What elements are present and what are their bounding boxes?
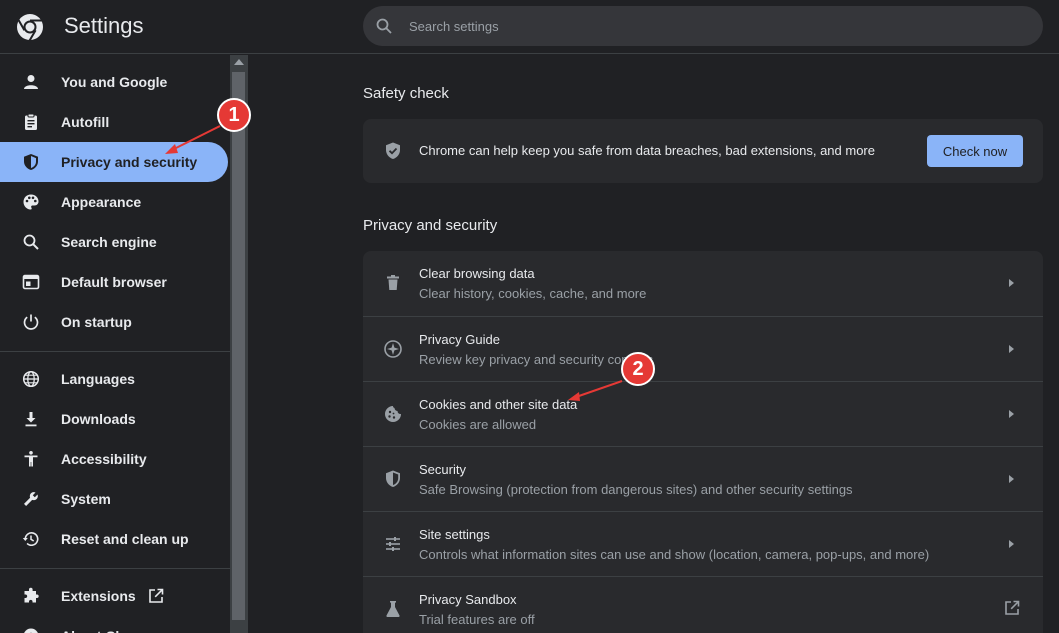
download-icon bbox=[25, 412, 37, 427]
wrench-icon bbox=[24, 492, 38, 506]
sidebar-item-appearance[interactable]: Appearance bbox=[0, 182, 228, 222]
sidebar-item-label: System bbox=[61, 491, 111, 507]
sidebar-item-label: Extensions bbox=[61, 588, 136, 604]
row-subtitle: Cookies are allowed bbox=[419, 417, 537, 432]
sidebar-item-system[interactable]: System bbox=[0, 479, 228, 519]
power-icon bbox=[23, 314, 39, 330]
settings-row-privacy-sandbox[interactable]: Privacy Sandbox Trial features are off bbox=[363, 576, 1043, 633]
privacy-security-card: Clear browsing data Clear history, cooki… bbox=[363, 251, 1043, 633]
search-icon bbox=[23, 234, 39, 250]
external-link-icon bbox=[1005, 600, 1020, 615]
sidebar-item-label: You and Google bbox=[61, 74, 168, 90]
row-subtitle: Clear history, cookies, cache, and more bbox=[419, 286, 647, 301]
chevron-right-icon bbox=[1009, 279, 1014, 287]
sidebar-item-label: Accessibility bbox=[61, 451, 147, 467]
row-title: Clear browsing data bbox=[419, 266, 535, 281]
page-title: Settings bbox=[64, 13, 144, 38]
sidebar-divider bbox=[0, 351, 230, 352]
sidebar-item-label: Appearance bbox=[61, 194, 142, 210]
settings-row-security[interactable]: Security Safe Browsing (protection from … bbox=[363, 446, 1043, 511]
clipboard-icon bbox=[25, 113, 37, 130]
sidebar-item-privacy-and-security[interactable]: Privacy and security bbox=[0, 142, 228, 182]
settings-row-cookies[interactable]: Cookies and other site data Cookies are … bbox=[363, 381, 1043, 446]
browser-window-icon bbox=[22, 274, 40, 290]
chevron-right-icon bbox=[1009, 475, 1014, 483]
chrome-icon bbox=[24, 628, 38, 633]
chevron-right-icon bbox=[1009, 410, 1014, 418]
history-icon bbox=[22, 532, 39, 546]
row-subtitle: Review key privacy and security controls bbox=[419, 352, 654, 367]
person-icon bbox=[24, 75, 38, 89]
row-title: Privacy Guide bbox=[419, 332, 500, 347]
shield-icon bbox=[386, 470, 400, 487]
sidebar-item-label: Autofill bbox=[61, 114, 110, 130]
sidebar-item-label: Downloads bbox=[61, 411, 136, 427]
trash-icon bbox=[387, 275, 399, 290]
privacy-security-heading: Privacy and security bbox=[363, 217, 498, 234]
sidebar-item-you-and-google[interactable]: You and Google bbox=[0, 62, 228, 102]
safety-check-description: Chrome can help keep you safe from data … bbox=[419, 143, 875, 158]
row-title: Security bbox=[419, 462, 466, 477]
compass-icon bbox=[384, 340, 402, 358]
sidebar-item-autofill[interactable]: Autofill bbox=[0, 102, 228, 142]
sidebar-item-label: Reset and clean up bbox=[61, 531, 189, 547]
sidebar-item-label: About Chrome bbox=[61, 616, 158, 633]
flask-icon bbox=[386, 601, 400, 617]
sidebar: You and Google Autofill Privacy and secu… bbox=[0, 55, 230, 633]
sidebar-item-reset-and-clean-up[interactable]: Reset and clean up bbox=[0, 519, 228, 559]
sidebar-item-label: On startup bbox=[61, 314, 132, 330]
check-now-button[interactable]: Check now bbox=[927, 135, 1023, 167]
sidebar-item-label: Languages bbox=[61, 371, 135, 387]
row-title: Privacy Sandbox bbox=[419, 592, 517, 607]
chevron-right-icon bbox=[1009, 345, 1014, 353]
palette-icon bbox=[23, 194, 39, 210]
sidebar-item-search-engine[interactable]: Search engine bbox=[0, 222, 228, 262]
sidebar-scrollbar-thumb[interactable] bbox=[232, 72, 245, 620]
sidebar-item-default-browser[interactable]: Default browser bbox=[0, 262, 228, 302]
row-subtitle: Safe Browsing (protection from dangerous… bbox=[419, 482, 853, 497]
row-title: Cookies and other site data bbox=[419, 397, 578, 412]
row-title: Site settings bbox=[419, 527, 490, 542]
search-input[interactable] bbox=[409, 6, 1029, 46]
search-box[interactable] bbox=[363, 6, 1043, 46]
row-subtitle: Trial features are off bbox=[419, 612, 535, 627]
puzzle-icon bbox=[24, 587, 39, 603]
safety-check-heading: Safety check bbox=[363, 85, 449, 102]
cookie-icon bbox=[385, 406, 401, 422]
settings-row-privacy-guide[interactable]: Privacy Guide Review key privacy and sec… bbox=[363, 316, 1043, 381]
annotation-badge-2: 2 bbox=[621, 352, 655, 386]
search-icon bbox=[376, 18, 392, 34]
globe-icon bbox=[22, 370, 40, 388]
annotation-badge-1: 1 bbox=[217, 98, 251, 132]
safety-check-card: Chrome can help keep you safe from data … bbox=[363, 119, 1043, 183]
sidebar-item-on-startup[interactable]: On startup bbox=[0, 302, 228, 342]
chevron-right-icon bbox=[1009, 540, 1014, 548]
sliders-icon bbox=[386, 537, 400, 551]
sidebar-item-downloads[interactable]: Downloads bbox=[0, 399, 228, 439]
sidebar-divider bbox=[0, 568, 230, 569]
sidebar-item-accessibility[interactable]: Accessibility bbox=[0, 439, 228, 479]
sidebar-item-label: Default browser bbox=[61, 274, 167, 290]
scroll-up-arrow-icon[interactable] bbox=[234, 59, 244, 65]
row-subtitle: Controls what information sites can use … bbox=[419, 547, 930, 562]
sidebar-item-languages[interactable]: Languages bbox=[0, 359, 228, 399]
sidebar-item-about-chrome[interactable]: About Chrome bbox=[0, 616, 228, 633]
sidebar-item-label: Privacy and security bbox=[61, 154, 198, 170]
shield-icon bbox=[24, 154, 38, 170]
sidebar-item-label: Search engine bbox=[61, 234, 157, 250]
accessibility-icon bbox=[24, 451, 38, 467]
settings-row-site-settings[interactable]: Site settings Controls what information … bbox=[363, 511, 1043, 576]
settings-row-clear-browsing-data[interactable]: Clear browsing data Clear history, cooki… bbox=[363, 251, 1043, 316]
shield-check-icon bbox=[386, 142, 400, 159]
external-link-icon bbox=[149, 588, 164, 603]
chrome-logo-icon bbox=[17, 14, 43, 41]
top-bar: Settings bbox=[0, 0, 1059, 54]
sidebar-item-extensions[interactable]: Extensions bbox=[0, 576, 228, 616]
